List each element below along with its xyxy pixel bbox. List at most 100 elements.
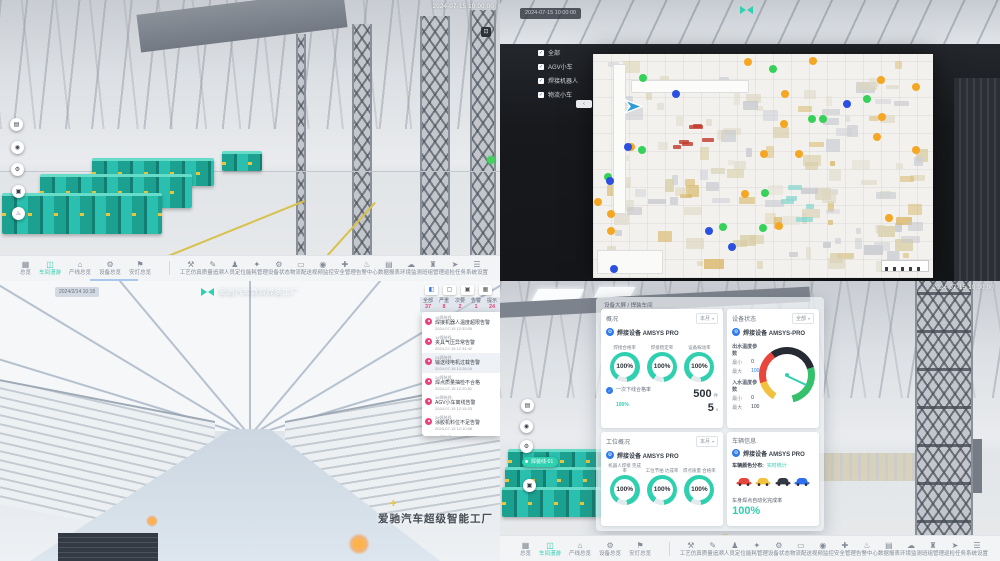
layer-filter-物流小车[interactable]: ✓物流小车: [538, 90, 578, 99]
view-button[interactable]: ▢: [443, 285, 456, 295]
toolbar-item-能耗管理[interactable]: ✦能耗管理: [746, 541, 768, 557]
alarm-list-item[interactable]: 2#焊装线输送线电机过载告警2024-07-15 12:28:16: [422, 353, 500, 373]
equipment-status-dot[interactable]: [728, 243, 736, 251]
view-button[interactable]: ▣: [461, 285, 474, 295]
toolbar-item-班组管理[interactable]: ♜班组管理: [922, 541, 944, 557]
equipment-status-dot[interactable]: [719, 223, 727, 231]
equipment-status-dot[interactable]: [843, 100, 851, 108]
toolbar-item-产线总览[interactable]: ⌂产线总览: [569, 541, 591, 557]
equipment-status-dot[interactable]: [761, 189, 769, 197]
equipment-status-dot[interactable]: [809, 57, 817, 65]
layer-filter-AGV小车[interactable]: ✓AGV小车: [538, 62, 578, 71]
toolbar-item-安灯总览[interactable]: ⚑安灯总览: [629, 541, 651, 557]
equipment-status-dot[interactable]: [873, 133, 881, 141]
toolbar-item-安灯总览[interactable]: ⚑安灯总览: [129, 260, 151, 276]
line-tooltip[interactable]: 焊装线-01: [522, 457, 558, 467]
equipment-status-dot[interactable]: [606, 177, 614, 185]
toolbar-item-总览[interactable]: ▦总览: [520, 541, 531, 557]
filter-dropdown[interactable]: 本月▾: [696, 436, 718, 447]
layer-filter-焊接机器人[interactable]: ✓焊接机器人: [538, 76, 578, 85]
toolbar-item-设备状态[interactable]: ⚙设备状态: [768, 541, 790, 557]
alarm-tab-次要[interactable]: 次要2: [452, 298, 468, 311]
alarm-tab-提示[interactable]: 提示24: [484, 298, 500, 311]
equipment-status-dot[interactable]: [741, 190, 749, 198]
scene-marker[interactable]: ♨: [12, 207, 25, 220]
scene-marker[interactable]: ▤: [10, 118, 23, 131]
toolbar-item-安全管理[interactable]: ✚安全管理: [334, 260, 356, 276]
equipment-status-dot[interactable]: [607, 210, 615, 218]
equipment-status-dot[interactable]: [672, 90, 680, 98]
toolbar-item-车间漫游[interactable]: ◫车间漫游: [39, 260, 61, 276]
factory-floor-map[interactable]: [593, 54, 933, 278]
view-button[interactable]: ◧: [425, 285, 438, 295]
equipment-status-dot[interactable]: [877, 76, 885, 84]
toolbar-item-巡检任务[interactable]: ➤巡检任务: [944, 541, 966, 557]
alarm-list-item[interactable]: 2#焊装线焊点质量抽检不合格2024-07-15 12:20:51: [422, 373, 500, 393]
alarm-list-item[interactable]: 3#焊装线涂胶机料位不足告警2024-07-15 12:10:08: [422, 413, 500, 433]
toolbar-item-设备状态[interactable]: ⚙设备状态: [268, 260, 290, 276]
toolbar-item-质量追溯[interactable]: ✎质量追溯: [702, 541, 724, 557]
toolbar-item-物流配送[interactable]: ▭物流配送: [290, 260, 312, 276]
equipment-status-dot[interactable]: [607, 227, 615, 235]
equipment-status-dot[interactable]: [808, 115, 816, 123]
alarm-tab-严重[interactable]: 严重8: [436, 298, 452, 311]
filter-dropdown[interactable]: 本月▾: [696, 313, 718, 324]
equipment-status-dot[interactable]: [912, 83, 920, 91]
equipment-status-dot[interactable]: [759, 224, 767, 232]
toolbar-item-工艺仿真[interactable]: ⚒工艺仿真: [180, 260, 202, 276]
layer-filter-全部[interactable]: ✓全部: [538, 48, 578, 57]
toolbar-item-环境监测[interactable]: ☁环境监测: [900, 541, 922, 557]
toolbar-item-系统设置[interactable]: ☰系统设置: [966, 541, 988, 557]
toolbar-item-巡检任务[interactable]: ➤巡检任务: [444, 260, 466, 276]
toolbar-item-视频监控[interactable]: ◉视频监控: [312, 260, 334, 276]
filter-dropdown[interactable]: 全部▾: [792, 313, 814, 324]
fullscreen-button[interactable]: ⊡: [481, 27, 491, 37]
alarm-list-item[interactable]: 3#焊装线AGV小车离线告警2024-07-15 12:15:33: [422, 393, 500, 413]
equipment-status-dot[interactable]: [795, 150, 803, 158]
scene-marker[interactable]: ▤: [521, 399, 534, 412]
toolbar-item-设备总览[interactable]: ⚙设备总览: [599, 541, 621, 557]
equipment-status-dot[interactable]: [769, 65, 777, 73]
toolbar-item-人员定位[interactable]: ♟人员定位: [724, 541, 746, 557]
collapse-panel-button[interactable]: ‹: [576, 100, 592, 108]
toolbar-item-环境监测[interactable]: ☁环境监测: [400, 260, 422, 276]
toolbar-item-人员定位[interactable]: ♟人员定位: [224, 260, 246, 276]
toolbar-item-物流配送[interactable]: ▭物流配送: [790, 541, 812, 557]
equipment-status-dot[interactable]: [638, 146, 646, 154]
toolbar-item-系统设置[interactable]: ☰系统设置: [466, 260, 488, 276]
scene-marker[interactable]: ⚙: [520, 440, 533, 453]
toolbar-item-产线总览[interactable]: ⌂产线总览: [69, 260, 91, 276]
alarm-tab-全部[interactable]: 全部37: [420, 298, 436, 311]
toolbar-item-设备总览[interactable]: ⚙设备总览: [99, 260, 121, 276]
toolbar-item-视频监控[interactable]: ◉视频监控: [812, 541, 834, 557]
alarm-tab-告警[interactable]: 告警1: [468, 298, 484, 311]
toolbar-item-质量追溯[interactable]: ✎质量追溯: [202, 260, 224, 276]
alarm-list-item[interactable]: 1#焊装线夹具气压异常告警2024-07-15 12:31:42: [422, 333, 500, 353]
toolbar-item-班组管理[interactable]: ♜班组管理: [422, 260, 444, 276]
equipment-status-dot[interactable]: [775, 222, 783, 230]
equipment-status-dot[interactable]: [781, 90, 789, 98]
toolbar-item-车间漫游[interactable]: ◫车间漫游: [539, 541, 561, 557]
scene-marker[interactable]: ▣: [523, 479, 536, 492]
scene-marker[interactable]: ⚙: [11, 163, 24, 176]
toolbar-item-数据报表[interactable]: ▤数据报表: [878, 541, 900, 557]
view-button[interactable]: ▦: [479, 285, 492, 295]
toolbar-item-告警中心[interactable]: ♨告警中心: [856, 541, 878, 557]
toolbar-item-数据报表[interactable]: ▤数据报表: [378, 260, 400, 276]
equipment-status-dot[interactable]: [624, 143, 632, 151]
toolbar-item-能耗管理[interactable]: ✦能耗管理: [246, 260, 268, 276]
equipment-status-dot[interactable]: [863, 95, 871, 103]
scene-marker[interactable]: ◉: [11, 141, 24, 154]
alarm-list-item[interactable]: 4#焊装线安全光栅触发告警2024-07-15 12:02:47: [422, 433, 500, 436]
toolbar-item-告警中心[interactable]: ♨告警中心: [356, 260, 378, 276]
alarm-list-item[interactable]: 1#焊装线焊接机器人温度超限告警2024-07-15 12:33:05: [422, 313, 500, 333]
equipment-status-dot[interactable]: [885, 214, 893, 222]
camera-position-arrow[interactable]: [624, 99, 644, 114]
equipment-status-dot[interactable]: [594, 198, 602, 206]
toolbar-item-工艺仿真[interactable]: ⚒工艺仿真: [680, 541, 702, 557]
equipment-status-dot[interactable]: [744, 58, 752, 66]
toolbar-item-总览[interactable]: ▦总览: [20, 260, 31, 276]
toolbar-item-安全管理[interactable]: ✚安全管理: [834, 541, 856, 557]
scene-marker[interactable]: ▣: [12, 185, 25, 198]
scene-marker[interactable]: ◉: [520, 420, 533, 433]
